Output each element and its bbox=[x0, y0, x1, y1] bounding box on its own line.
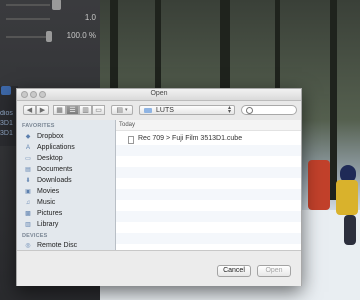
sidebar-item-remote-disc[interactable]: ◎ Remote Disc bbox=[21, 241, 113, 250]
child-yellow-jacket bbox=[336, 180, 358, 215]
back-icon: ◀ bbox=[26, 107, 33, 114]
cancel-button[interactable]: Cancel bbox=[217, 265, 251, 277]
list-view-icon: ☰ bbox=[69, 107, 76, 114]
dropbox-icon: ◆ bbox=[25, 134, 31, 140]
file-row[interactable]: Rec 709 > Fuji Film 3513D1.cube bbox=[116, 134, 301, 145]
folder-icon bbox=[144, 108, 152, 113]
sidebar-item-downloads[interactable]: ⬇ Downloads bbox=[21, 176, 113, 187]
row-stripe bbox=[116, 189, 301, 200]
cover-flow-icon: ▭ bbox=[95, 107, 102, 114]
open-button[interactable]: Open bbox=[257, 265, 291, 277]
sidebar-item-label: Pictures bbox=[37, 210, 63, 217]
documents-icon: ▤ bbox=[25, 167, 31, 173]
param-slider-track[interactable] bbox=[6, 4, 50, 6]
row-stripe bbox=[116, 167, 301, 178]
location-label: LUTS bbox=[156, 106, 174, 114]
row-stripe bbox=[116, 233, 301, 244]
sidebar-item-desktop[interactable]: ▭ Desktop bbox=[21, 154, 113, 165]
sidebar-item-documents[interactable]: ▤ Documents bbox=[21, 165, 113, 176]
date-group-header: Today bbox=[116, 120, 301, 131]
file-name: Rec 709 > Fuji Film 3513D1.cube bbox=[138, 135, 243, 142]
downloads-icon: ⬇ bbox=[25, 178, 31, 184]
blue-toggle-button[interactable] bbox=[1, 86, 11, 95]
library-icon: ▥ bbox=[25, 222, 31, 228]
cube-file-icon bbox=[128, 136, 134, 144]
date-group-label: Today bbox=[119, 122, 136, 128]
sidebar-item-label: Documents bbox=[37, 166, 73, 173]
param-slider-knob[interactable] bbox=[52, 0, 61, 10]
pictures-icon: ▩ bbox=[25, 211, 31, 217]
row-stripe bbox=[116, 211, 301, 222]
sidebar-item-pictures[interactable]: ▩ Pictures bbox=[21, 209, 113, 220]
sidebar-item-label: Downloads bbox=[37, 177, 72, 184]
child-legs bbox=[344, 215, 356, 245]
tree-trunk bbox=[330, 0, 337, 200]
cover-flow-button[interactable]: ▭ bbox=[92, 105, 105, 115]
movies-icon: ▣ bbox=[25, 189, 31, 195]
chevron-down-icon: ▾ bbox=[125, 107, 128, 113]
applications-icon: A bbox=[25, 145, 30, 151]
sidebar-item-label: Remote Disc bbox=[37, 242, 78, 249]
sidebar-item-label: Desktop bbox=[37, 155, 63, 162]
sidebar-item-movies[interactable]: ▣ Movies bbox=[21, 187, 113, 198]
music-icon: ♫ bbox=[25, 200, 31, 206]
param-slider-track[interactable] bbox=[6, 18, 50, 20]
icon-view-button[interactable]: ▦ bbox=[53, 105, 66, 115]
dialog-footer: Cancel Open bbox=[17, 250, 301, 286]
param-row: 100.0 % bbox=[0, 30, 100, 44]
param-value: 100.0 % bbox=[66, 31, 96, 40]
file-list: Today Rec 709 > Fuji Film 3513D1.cube bbox=[116, 120, 301, 250]
param-slider-knob[interactable] bbox=[46, 31, 52, 42]
param-row: 1.0 bbox=[0, 12, 100, 26]
sidebar-item-applications[interactable]: A Applications bbox=[21, 143, 113, 154]
dialog-sidebar: FAVORITES ◆ Dropbox A Applications ▭ Des… bbox=[17, 120, 116, 250]
sidebar-item-label: Applications bbox=[37, 144, 75, 151]
icon-view-icon: ▦ bbox=[56, 107, 63, 114]
desktop-icon: ▭ bbox=[25, 156, 31, 162]
arrange-menu-button[interactable]: ▤ ▾ bbox=[111, 105, 133, 115]
location-popup[interactable]: LUTS ▴ ▾ bbox=[139, 105, 235, 115]
child-red-jacket bbox=[308, 160, 330, 210]
column-view-button[interactable]: ▥ bbox=[79, 105, 92, 115]
search-input[interactable] bbox=[255, 106, 293, 114]
popup-arrows-icon: ▴ ▾ bbox=[227, 105, 231, 115]
sidebar-item-label: Library bbox=[37, 221, 59, 228]
param-slider-track[interactable] bbox=[6, 36, 50, 38]
param-row bbox=[0, 0, 100, 12]
disc-icon: ◎ bbox=[25, 243, 31, 249]
sidebar-item-library[interactable]: ▥ Library bbox=[21, 220, 113, 231]
forward-icon: ▶ bbox=[39, 107, 46, 114]
search-icon bbox=[246, 107, 253, 114]
column-view-icon: ▥ bbox=[82, 107, 89, 114]
sidebar-item-label: Music bbox=[37, 199, 56, 206]
sidebar-item-label: Movies bbox=[37, 188, 60, 195]
list-view-button[interactable]: ☰ bbox=[66, 105, 79, 115]
arrange-icon: ▤ bbox=[116, 107, 124, 114]
param-value: 1.0 bbox=[84, 13, 96, 22]
dialog-titlebar[interactable]: Open bbox=[17, 89, 301, 101]
devices-heading: DEVICES bbox=[22, 233, 48, 239]
search-field[interactable] bbox=[241, 105, 297, 115]
sidebar-item-music[interactable]: ♫ Music bbox=[21, 198, 113, 209]
row-stripe bbox=[116, 145, 301, 156]
open-dialog: Open ◀ ▶ ▦ ☰ ▥ ▭ ▤ ▾ LUTS ▴ ▾ FAVORITES … bbox=[16, 88, 302, 286]
dialog-toolbar: ◀ ▶ ▦ ☰ ▥ ▭ ▤ ▾ LUTS ▴ ▾ bbox=[17, 101, 301, 121]
dialog-title: Open bbox=[150, 90, 168, 97]
sidebar-item-label: Dropbox bbox=[37, 133, 64, 140]
forward-button[interactable]: ▶ bbox=[36, 105, 49, 115]
sidebar-item-dropbox[interactable]: ◆ Dropbox bbox=[21, 132, 113, 143]
favorites-heading: FAVORITES bbox=[22, 123, 55, 129]
back-button[interactable]: ◀ bbox=[23, 105, 36, 115]
